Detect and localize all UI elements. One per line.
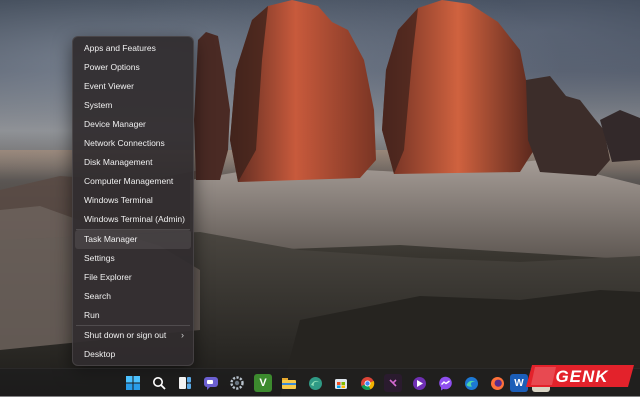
menu-item-label: Run xyxy=(84,310,100,320)
menu-item-label: Device Manager xyxy=(84,119,146,129)
file-explorer-icon[interactable] xyxy=(280,374,298,392)
menu-item-windows-terminal-admin[interactable]: Windows Terminal (Admin) xyxy=(75,210,191,229)
menu-item-system[interactable]: System xyxy=(75,96,191,115)
menu-item-desktop[interactable]: Desktop xyxy=(75,345,191,364)
menu-item-label: Shut down or sign out xyxy=(84,330,167,340)
menu-item-label: Desktop xyxy=(84,349,116,359)
menu-item-label: Network Connections xyxy=(84,138,165,148)
vim-icon-glyph: V xyxy=(259,377,267,389)
menu-item-label: Settings xyxy=(84,253,115,263)
menu-item-label: Event Viewer xyxy=(84,81,134,91)
menu-item-label: Windows Terminal (Admin) xyxy=(84,214,185,224)
task-view-icon[interactable] xyxy=(176,374,194,392)
media-app-icon[interactable] xyxy=(410,374,428,392)
start-icon[interactable] xyxy=(124,374,142,392)
menu-item-file-explorer[interactable]: File Explorer xyxy=(75,268,191,287)
app-icon[interactable] xyxy=(384,374,402,392)
firefox-icon[interactable] xyxy=(488,374,506,392)
menu-item-device-manager[interactable]: Device Manager xyxy=(75,115,191,134)
menu-item-label: Disk Management xyxy=(84,157,153,167)
menu-item-computer-management[interactable]: Computer Management xyxy=(75,172,191,191)
edge-dev-icon[interactable] xyxy=(306,374,324,392)
menu-item-disk-management[interactable]: Disk Management xyxy=(75,153,191,172)
chrome-icon[interactable] xyxy=(358,374,376,392)
menu-item-task-manager[interactable]: Task Manager xyxy=(75,230,191,249)
menu-item-settings[interactable]: Settings xyxy=(75,249,191,268)
microsoft-store-icon[interactable] xyxy=(332,374,350,392)
genk-watermark-logo: GENK xyxy=(526,365,634,387)
chat-icon[interactable] xyxy=(202,374,220,392)
menu-item-label: Apps and Features xyxy=(84,43,156,53)
menu-item-run[interactable]: Run xyxy=(75,306,191,325)
menu-item-windows-terminal[interactable]: Windows Terminal xyxy=(75,191,191,210)
menu-item-label: Power Options xyxy=(84,62,140,72)
menu-item-label: Windows Terminal xyxy=(84,195,153,205)
search-icon[interactable] xyxy=(150,374,168,392)
menu-item-network-connections[interactable]: Network Connections xyxy=(75,134,191,153)
messenger-icon[interactable] xyxy=(436,374,454,392)
menu-item-label: Computer Management xyxy=(84,176,174,186)
menu-item-shut-down-or-sign-out[interactable]: Shut down or sign out › xyxy=(75,326,191,345)
menu-item-event-viewer[interactable]: Event Viewer xyxy=(75,77,191,96)
watermark-text: GENK xyxy=(555,367,609,386)
menu-item-label: Search xyxy=(84,291,111,301)
word-icon-glyph: W xyxy=(514,377,524,389)
chevron-right-icon: › xyxy=(181,330,184,340)
vim-icon[interactable]: V xyxy=(254,374,272,392)
menu-item-label: System xyxy=(84,100,113,110)
menu-item-apps-and-features[interactable]: Apps and Features xyxy=(75,39,191,58)
menu-item-power-options[interactable]: Power Options xyxy=(75,58,191,77)
edge-icon[interactable] xyxy=(462,374,480,392)
settings-icon[interactable] xyxy=(228,374,246,392)
menu-item-search[interactable]: Search xyxy=(75,287,191,306)
menu-item-label: Task Manager xyxy=(84,234,138,244)
power-user-menu: Apps and Features Power Options Event Vi… xyxy=(72,36,194,366)
menu-item-label: File Explorer xyxy=(84,272,132,282)
